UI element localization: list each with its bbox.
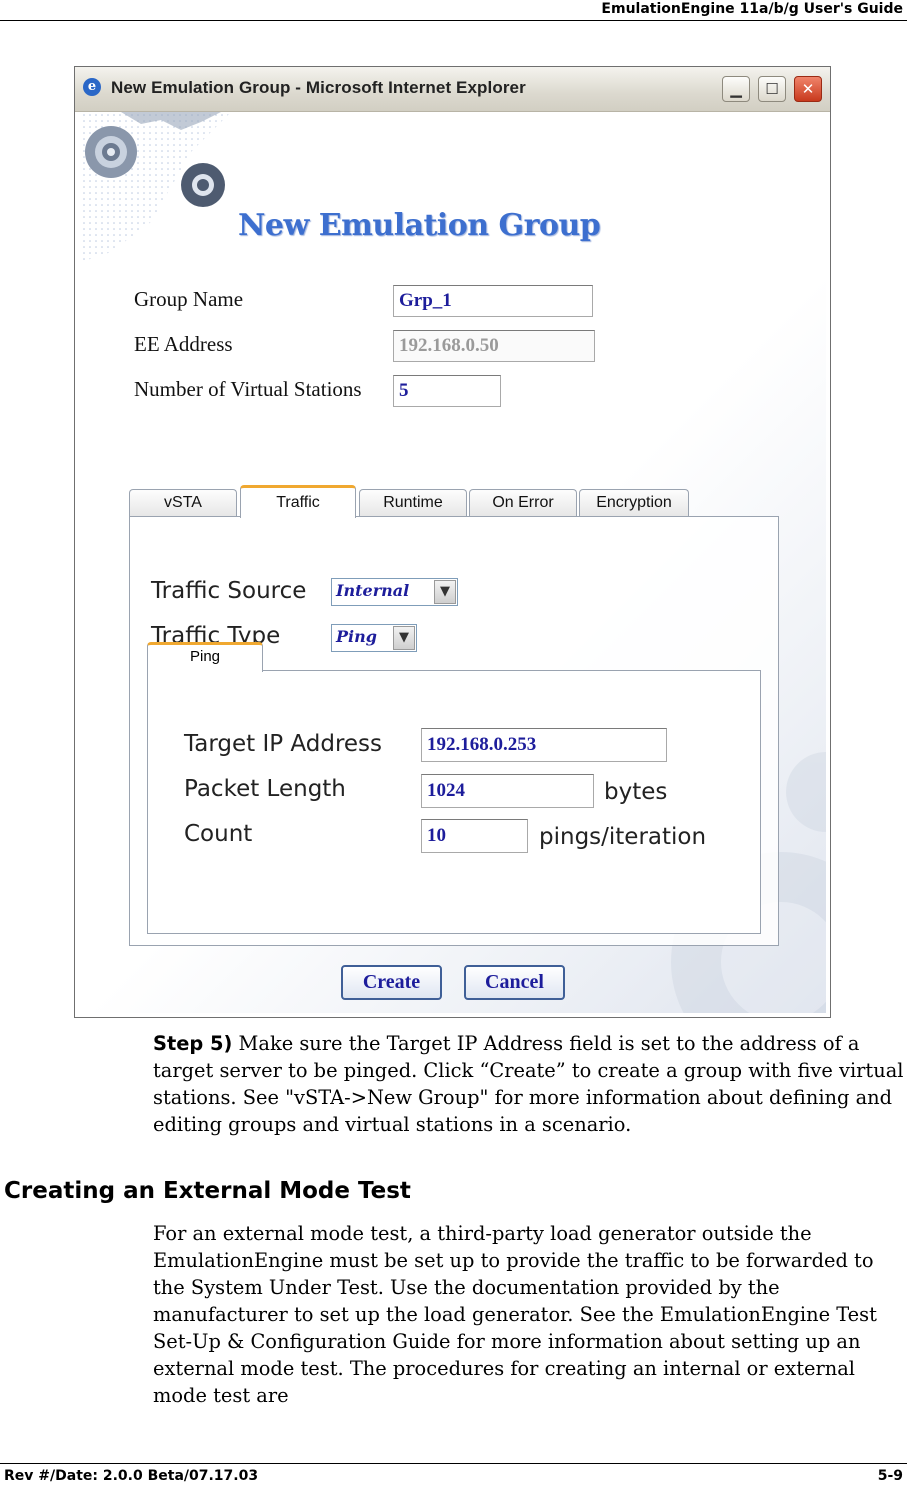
- packet-length-unit: bytes: [604, 779, 668, 805]
- tab-encryption[interactable]: Encryption: [579, 489, 689, 517]
- tab-ping[interactable]: Ping: [147, 642, 263, 672]
- target-ip-label: Target IP Address: [184, 731, 383, 757]
- traffic-source-label: Traffic Source: [151, 578, 307, 604]
- cancel-button[interactable]: Cancel: [464, 965, 565, 1000]
- browser-window: e New Emulation Group - Microsoft Intern…: [74, 66, 831, 1018]
- create-button[interactable]: Create: [341, 965, 442, 1000]
- close-button[interactable]: ✕: [794, 76, 822, 102]
- window-title: New Emulation Group - Microsoft Internet…: [111, 78, 526, 97]
- footer-revision: Rev #/Date: 2.0.0 Beta/07.17.03: [4, 1468, 259, 1484]
- page-header-title: EmulationEngine 11a/b/g User's Guide: [601, 1, 903, 17]
- group-name-input[interactable]: Grp_1: [393, 285, 593, 317]
- packet-length-label: Packet Length: [184, 776, 346, 802]
- ie-icon: e: [83, 78, 101, 96]
- ee-address-label: EE Address: [134, 332, 233, 356]
- page-number: 5-9: [877, 1468, 903, 1484]
- tab-vsta[interactable]: vSTA: [129, 489, 237, 517]
- traffic-type-select[interactable]: Ping ▼: [331, 624, 417, 652]
- minimize-button[interactable]: ▁: [722, 76, 750, 102]
- page-footer: Rev #/Date: 2.0.0 Beta/07.17.03 5-9: [0, 1463, 907, 1490]
- maximize-button[interactable]: ☐: [758, 76, 786, 102]
- window-titlebar[interactable]: e New Emulation Group - Microsoft Intern…: [75, 67, 830, 112]
- ee-address-input: 192.168.0.50: [393, 330, 595, 362]
- step-paragraph: Step 5) Make sure the Target IP Address …: [153, 1030, 905, 1138]
- page-header: EmulationEngine 11a/b/g User's Guide: [0, 0, 907, 21]
- count-label: Count: [184, 821, 253, 847]
- traffic-type-value: Ping: [336, 627, 377, 646]
- form-heading: New Emulation Group: [238, 208, 601, 243]
- count-unit: pings/iteration: [539, 824, 707, 850]
- traffic-source-value: Internal: [336, 581, 410, 600]
- group-name-label: Group Name: [134, 287, 244, 311]
- gear-large-icon: [85, 126, 137, 178]
- page-content: New Emulation Group Group Name Grp_1 EE …: [81, 112, 826, 1013]
- section-paragraph: For an external mode test, a third-party…: [153, 1222, 877, 1407]
- step-text: Make sure the Target IP Address field is…: [153, 1032, 904, 1136]
- chevron-down-icon[interactable]: ▼: [434, 580, 456, 604]
- traffic-source-select[interactable]: Internal ▼: [331, 578, 458, 606]
- chevron-down-icon[interactable]: ▼: [393, 626, 415, 650]
- tab-runtime[interactable]: Runtime: [359, 489, 467, 517]
- gear-small-icon: [181, 163, 225, 207]
- tab-traffic[interactable]: Traffic: [240, 485, 356, 518]
- step-label: Step 5): [153, 1032, 233, 1055]
- num-stations-label: Number of Virtual Stations: [134, 377, 362, 401]
- num-stations-input[interactable]: 5: [393, 375, 501, 407]
- section-heading: Creating an External Mode Test: [4, 1178, 411, 1204]
- count-input[interactable]: 10: [421, 819, 528, 853]
- packet-length-input[interactable]: 1024: [421, 774, 594, 808]
- tab-on-error[interactable]: On Error: [469, 489, 577, 517]
- target-ip-input[interactable]: 192.168.0.253: [421, 728, 667, 762]
